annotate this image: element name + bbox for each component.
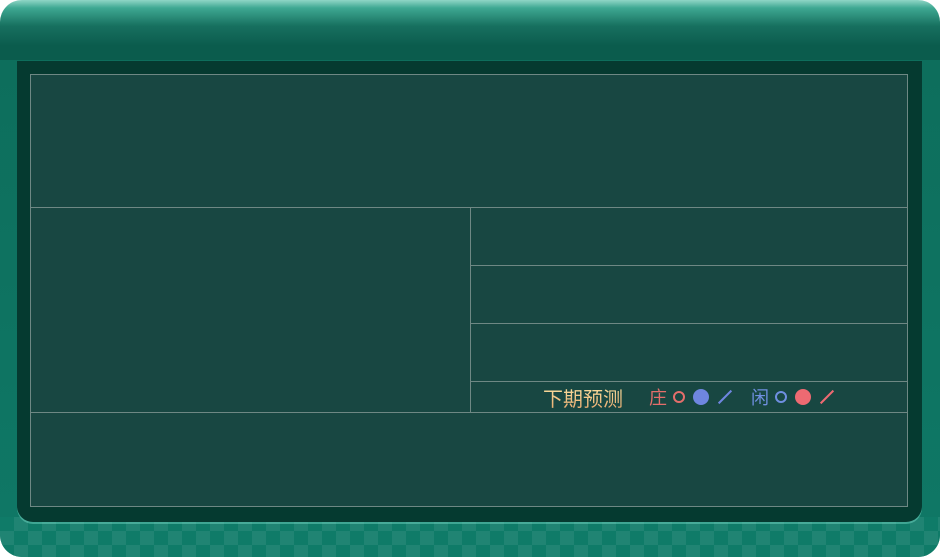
player-prediction[interactable]: 闲 bbox=[751, 384, 835, 410]
cockroach-road-area bbox=[471, 324, 907, 382]
hollow-circle-icon bbox=[775, 391, 787, 403]
big-eye-road-area bbox=[471, 208, 907, 266]
frame-pattern bbox=[0, 517, 940, 557]
solid-circle-icon bbox=[693, 389, 709, 405]
prediction-title: 下期预测 bbox=[543, 383, 623, 412]
solid-circle-icon bbox=[795, 389, 811, 405]
slash-icon bbox=[819, 389, 835, 405]
big-road-area bbox=[31, 75, 907, 208]
slash-icon bbox=[717, 389, 733, 405]
next-prediction-row: 下期预测 庄 闲 bbox=[471, 382, 907, 412]
prediction-bar: 下期预测 庄 闲 bbox=[471, 382, 907, 412]
roadmap-board: 下期预测 庄 闲 bbox=[30, 74, 908, 507]
small-road-area bbox=[471, 266, 907, 324]
app-frame: 下期预测 庄 闲 bbox=[0, 0, 940, 557]
player-label: 闲 bbox=[751, 388, 769, 409]
banker-label: 庄 bbox=[649, 388, 667, 409]
bead-road-area bbox=[31, 208, 471, 412]
banker-prediction[interactable]: 庄 bbox=[649, 384, 733, 410]
bottom-road-area bbox=[31, 412, 907, 506]
hollow-circle-icon bbox=[673, 391, 685, 403]
